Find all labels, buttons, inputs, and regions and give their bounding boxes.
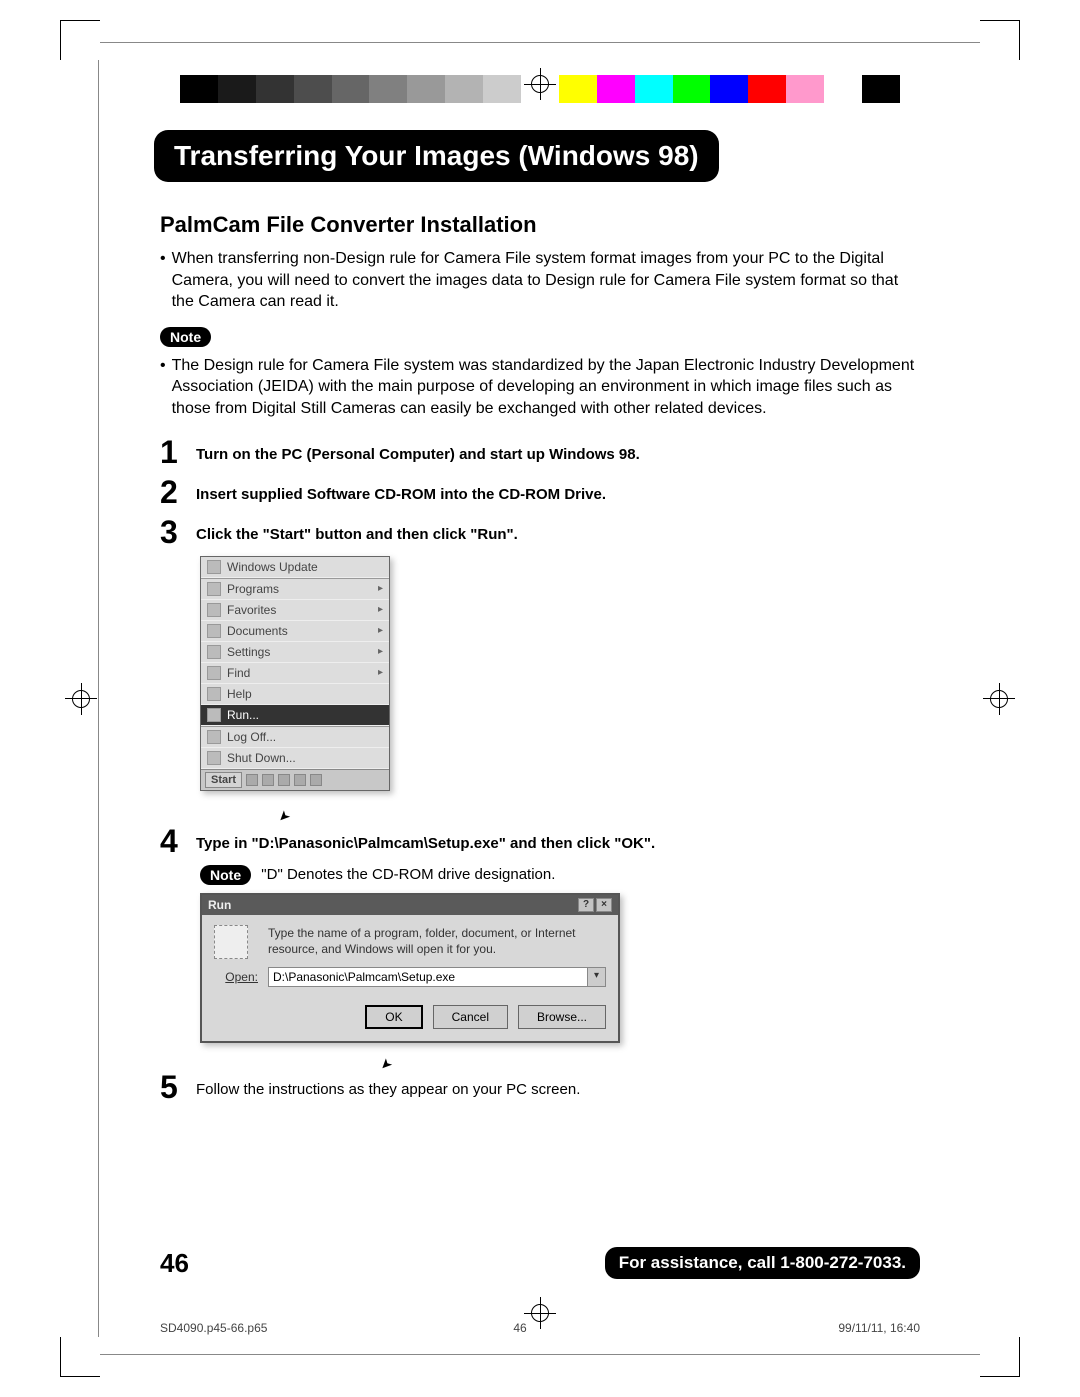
menu-item-icon <box>207 582 221 596</box>
step-5: 5 Follow the instructions as they appear… <box>160 1071 920 1103</box>
start-button: Start <box>205 772 242 788</box>
section-heading: PalmCam File Converter Installation <box>160 212 920 238</box>
taskbar-icon <box>310 774 322 786</box>
page-content: Transferring Your Images (Windows 98) Pa… <box>160 130 920 1111</box>
run-open-input[interactable] <box>268 967 588 987</box>
taskbar-icon <box>294 774 306 786</box>
start-menu-item: Favorites▸ <box>201 600 389 621</box>
menu-item-icon <box>207 560 221 574</box>
menu-item-icon <box>207 687 221 701</box>
chevron-right-icon: ▸ <box>378 646 383 657</box>
ok-button[interactable]: OK <box>365 1005 422 1029</box>
run-dialog-screenshot: Run ? × Type the name of a program, fold… <box>200 893 620 1043</box>
run-icon <box>214 925 248 959</box>
chevron-down-icon[interactable]: ▾ <box>588 967 606 987</box>
chevron-right-icon: ▸ <box>378 583 383 594</box>
taskbar: Start <box>201 769 389 790</box>
menu-item-icon <box>207 666 221 680</box>
step-4: 4 Type in "D:\Panasonic\Palmcam\Setup.ex… <box>160 825 920 857</box>
menu-item-icon <box>207 708 221 722</box>
registration-mark-icon <box>524 68 556 100</box>
menu-item-icon <box>207 645 221 659</box>
chevron-right-icon: ▸ <box>378 604 383 615</box>
assistance-callout: For assistance, call 1-800-272-7033. <box>605 1247 920 1279</box>
registration-mark-icon <box>65 683 97 715</box>
help-icon: ? <box>578 898 594 912</box>
page-number: 46 <box>160 1248 189 1279</box>
page-title: Transferring Your Images (Windows 98) <box>154 130 719 182</box>
start-menu-item: Settings▸ <box>201 642 389 663</box>
registration-mark-icon <box>983 683 1015 715</box>
print-meta: SD4090.p45-66.p65 46 99/11/11, 16:40 <box>160 1321 920 1335</box>
start-menu-item: Windows Update <box>201 557 389 578</box>
start-menu-item: Documents▸ <box>201 621 389 642</box>
open-label: Open: <box>214 970 258 984</box>
note-paragraph: • The Design rule for Camera File system… <box>160 355 920 420</box>
page-footer: 46 For assistance, call 1-800-272-7033. <box>160 1247 920 1279</box>
start-menu-item: Shut Down... <box>201 748 389 769</box>
run-prompt-text: Type the name of a program, folder, docu… <box>268 926 606 957</box>
close-icon: × <box>596 898 612 912</box>
run-dialog-titlebar: Run ? × <box>202 895 618 915</box>
menu-item-icon <box>207 730 221 744</box>
menu-item-icon <box>207 624 221 638</box>
taskbar-icon <box>246 774 258 786</box>
start-menu-item: Run... <box>201 705 389 726</box>
start-menu-screenshot: Windows UpdatePrograms▸Favorites▸Documen… <box>200 556 390 791</box>
menu-item-icon <box>207 603 221 617</box>
start-menu-item: Log Off... <box>201 727 389 748</box>
intro-paragraph: • When transferring non-Design rule for … <box>160 248 920 313</box>
step-1: 1 Turn on the PC (Personal Computer) and… <box>160 436 920 468</box>
step-4-note: Note "D" Denotes the CD-ROM drive design… <box>200 865 920 885</box>
cancel-button[interactable]: Cancel <box>433 1005 508 1029</box>
taskbar-icon <box>262 774 274 786</box>
menu-item-icon <box>207 751 221 765</box>
step-2: 2 Insert supplied Software CD-ROM into t… <box>160 476 920 508</box>
chevron-right-icon: ▸ <box>378 667 383 678</box>
start-menu-item: Programs▸ <box>201 579 389 600</box>
taskbar-icon <box>278 774 290 786</box>
start-menu-item: Find▸ <box>201 663 389 684</box>
browse-button[interactable]: Browse... <box>518 1005 606 1029</box>
step-3: 3 Click the "Start" button and then clic… <box>160 516 920 548</box>
note-badge: Note <box>160 327 211 347</box>
note-block: Note <box>160 327 920 347</box>
start-menu-item: Help <box>201 684 389 705</box>
chevron-right-icon: ▸ <box>378 625 383 636</box>
